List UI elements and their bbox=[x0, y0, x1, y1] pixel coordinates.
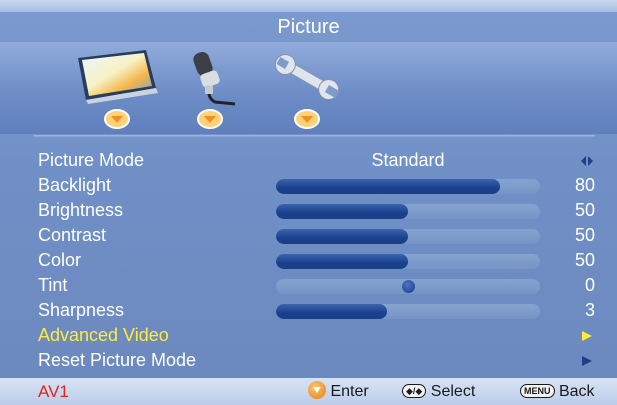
backlight-value: 80 bbox=[574, 175, 595, 195]
brightness-slider[interactable] bbox=[276, 204, 540, 219]
monitor-icon bbox=[72, 46, 162, 108]
tint-value: 0 bbox=[584, 275, 595, 295]
category-picture[interactable] bbox=[72, 42, 162, 134]
slider-fill bbox=[276, 229, 408, 244]
menu-title: Picture bbox=[277, 16, 340, 38]
select-label: Select bbox=[430, 383, 476, 400]
select-key: ◆/◆ bbox=[402, 384, 427, 398]
row-label: Reset Picture Mode bbox=[38, 350, 197, 370]
back-label: Back bbox=[558, 383, 595, 400]
slider-fill bbox=[276, 204, 408, 219]
left-right-arrows-icon bbox=[581, 154, 593, 166]
sharpness-value: 3 bbox=[584, 300, 595, 320]
arrow-right-icon bbox=[581, 354, 593, 366]
color-slider[interactable] bbox=[276, 254, 540, 269]
chevron-down-icon bbox=[294, 108, 320, 130]
arrow-right-icon bbox=[581, 329, 593, 341]
row-label: Tint bbox=[38, 275, 68, 295]
row-label: Picture Mode bbox=[38, 150, 145, 170]
microphone-icon bbox=[165, 46, 255, 108]
backlight-slider[interactable] bbox=[276, 179, 540, 194]
color-value: 50 bbox=[574, 250, 595, 270]
enter-hint: Enter bbox=[308, 378, 369, 405]
row-label: Color bbox=[38, 250, 82, 270]
row-label: Brightness bbox=[38, 200, 124, 220]
slider-fill bbox=[276, 179, 501, 194]
row-label: Advanced Video bbox=[38, 325, 169, 345]
contrast-value: 50 bbox=[574, 225, 595, 245]
category-audio[interactable] bbox=[165, 42, 255, 134]
input-source: AV1 bbox=[38, 382, 69, 401]
row-contrast[interactable]: Contrast 50 bbox=[0, 223, 617, 248]
slider-fill bbox=[276, 304, 387, 319]
row-tint[interactable]: Tint 0 bbox=[0, 273, 617, 298]
row-sharpness[interactable]: Sharpness 3 bbox=[0, 298, 617, 323]
picture-mode-value: Standard bbox=[371, 150, 445, 170]
back-hint: MENU Back bbox=[520, 378, 595, 405]
row-label: Backlight bbox=[38, 175, 112, 195]
tint-slider[interactable] bbox=[276, 279, 540, 294]
row-brightness[interactable]: Brightness 50 bbox=[0, 198, 617, 223]
header-divider bbox=[33, 135, 595, 138]
enter-button-icon bbox=[308, 381, 326, 399]
menu-key: MENU bbox=[520, 384, 555, 398]
row-advanced-video[interactable]: Advanced Video bbox=[0, 323, 617, 348]
slider-fill bbox=[276, 254, 408, 269]
brightness-value: 50 bbox=[574, 200, 595, 220]
footer-bar: AV1 Enter ◆/◆ Select MENU Back bbox=[0, 378, 617, 405]
tv-osd-screen: Picture Picture Mode Standard Backlight … bbox=[0, 0, 617, 405]
select-hint: ◆/◆ Select bbox=[402, 378, 475, 405]
sharpness-slider[interactable] bbox=[276, 304, 540, 319]
category-settings[interactable] bbox=[262, 42, 352, 134]
slider-knob[interactable] bbox=[402, 280, 415, 293]
row-label: Contrast bbox=[38, 225, 107, 245]
row-color[interactable]: Color 50 bbox=[0, 248, 617, 273]
row-label: Sharpness bbox=[38, 300, 125, 320]
row-backlight[interactable]: Backlight 80 bbox=[0, 173, 617, 198]
enter-label: Enter bbox=[330, 383, 369, 400]
top-strip bbox=[0, 0, 617, 12]
row-reset-picture-mode[interactable]: Reset Picture Mode bbox=[0, 348, 617, 373]
category-icons-band bbox=[0, 42, 617, 134]
contrast-slider[interactable] bbox=[276, 229, 540, 244]
row-picture-mode[interactable]: Picture Mode Standard bbox=[0, 148, 617, 173]
chevron-down-icon bbox=[197, 108, 223, 130]
chevron-down-icon bbox=[104, 108, 130, 130]
wrench-icon bbox=[262, 46, 352, 108]
